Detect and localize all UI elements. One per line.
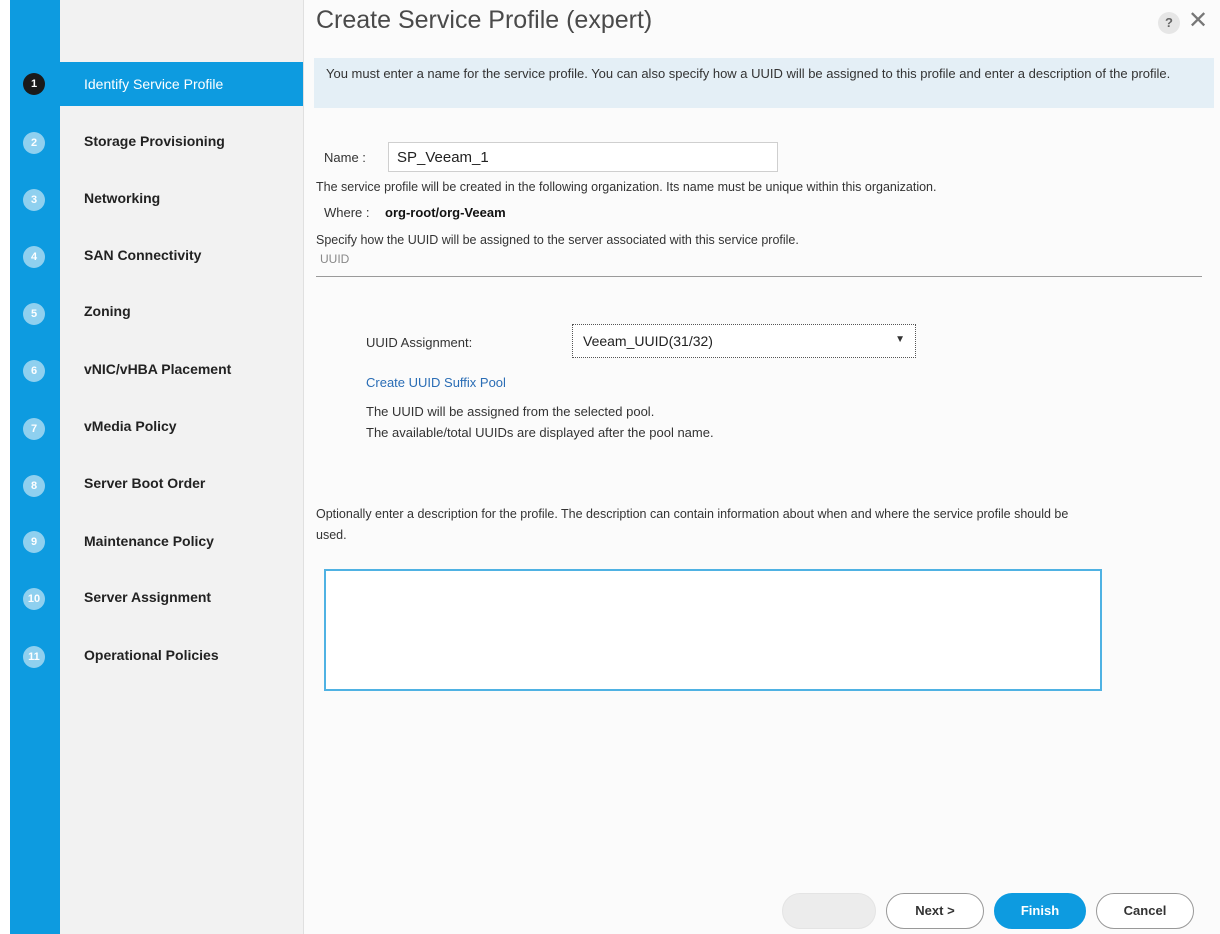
step-label: Server Boot Order — [84, 475, 206, 491]
description-textarea[interactable] — [324, 569, 1102, 691]
step-number-badge: 4 — [23, 246, 45, 268]
step-number-badge: 9 — [23, 531, 45, 553]
uuid-note: Specify how the UUID will be assigned to… — [316, 233, 799, 247]
step-vmedia-policy[interactable]: 7 vMedia Policy — [0, 408, 304, 452]
org-note: The service profile will be created in t… — [316, 180, 937, 194]
description-note-cont: used. — [316, 528, 347, 542]
step-number-badge: 11 — [23, 646, 45, 668]
step-label: vMedia Policy — [84, 418, 177, 434]
prev-button[interactable]: < Prev — [782, 893, 876, 929]
where-value: org-root/org-Veeam — [385, 205, 506, 220]
step-networking[interactable]: 3 Networking — [0, 178, 304, 222]
step-label: Storage Provisioning — [84, 133, 225, 149]
uuid-assignment-label: UUID Assignment: — [366, 335, 473, 350]
step-label: SAN Connectivity — [84, 247, 202, 263]
name-label: Name : — [324, 150, 366, 165]
step-number-badge: 3 — [23, 189, 45, 211]
step-number-badge: 10 — [23, 588, 45, 610]
step-server-assignment[interactable]: 10 Server Assignment — [0, 578, 304, 622]
help-icon[interactable]: ? — [1158, 12, 1180, 34]
content-pane — [304, 0, 1220, 934]
pool-note-2: The available/total UUIDs are displayed … — [366, 425, 714, 440]
step-label: Zoning — [84, 303, 131, 319]
step-number-badge: 2 — [23, 132, 45, 154]
dialog-title: Create Service Profile (expert) — [316, 6, 653, 34]
step-storage-provisioning[interactable]: 2 Storage Provisioning — [0, 120, 304, 164]
step-number-badge: 7 — [23, 418, 45, 440]
step-server-boot-order[interactable]: 8 Server Boot Order — [0, 464, 304, 508]
step-san-connectivity[interactable]: 4 SAN Connectivity — [0, 236, 304, 280]
step-label: Server Assignment — [84, 589, 212, 605]
create-uuid-suffix-pool-link[interactable]: Create UUID Suffix Pool — [366, 375, 506, 390]
step-maintenance-policy[interactable]: 9 Maintenance Policy — [0, 522, 304, 566]
step-number-badge: 8 — [23, 475, 45, 497]
step-vnic-vhba-placement[interactable]: 6 vNIC/vHBA Placement — [0, 350, 304, 394]
cancel-button[interactable]: Cancel — [1096, 893, 1194, 929]
next-button[interactable]: Next > — [886, 893, 984, 929]
finish-button[interactable]: Finish — [994, 893, 1086, 929]
close-icon[interactable]: ✕ — [1188, 6, 1208, 36]
step-identify-service-profile[interactable]: 1 Identify Service Profile — [0, 62, 304, 106]
uuid-section-title: UUID — [320, 252, 350, 266]
dialog-window: 1 Identify Service Profile 2 Storage Pro… — [0, 0, 1220, 934]
step-number-badge: 6 — [23, 360, 45, 382]
step-zoning[interactable]: 5 Zoning — [0, 292, 304, 336]
step-label: Maintenance Policy — [84, 533, 214, 549]
step-label: Identify Service Profile — [84, 76, 224, 92]
step-operational-policies[interactable]: 11 Operational Policies — [0, 636, 304, 680]
uuid-assignment-select[interactable]: Veeam_UUID(31/32) ▼ — [572, 324, 916, 358]
name-field[interactable] — [388, 142, 778, 172]
step-label: Networking — [84, 190, 161, 206]
description-note: Optionally enter a description for the p… — [316, 507, 1069, 521]
where-label: Where : — [324, 205, 370, 220]
chevron-down-icon: ▼ — [895, 334, 905, 345]
step-label: Operational Policies — [84, 647, 219, 663]
step-number-badge: 5 — [23, 303, 45, 325]
step-label: vNIC/vHBA Placement — [84, 361, 232, 377]
uuid-assignment-value: Veeam_UUID(31/32) — [583, 333, 713, 349]
section-divider — [316, 276, 1202, 277]
info-banner: You must enter a name for the service pr… — [314, 58, 1214, 108]
pool-note-1: The UUID will be assigned from the selec… — [366, 404, 655, 419]
step-number-badge: 1 — [23, 73, 45, 95]
